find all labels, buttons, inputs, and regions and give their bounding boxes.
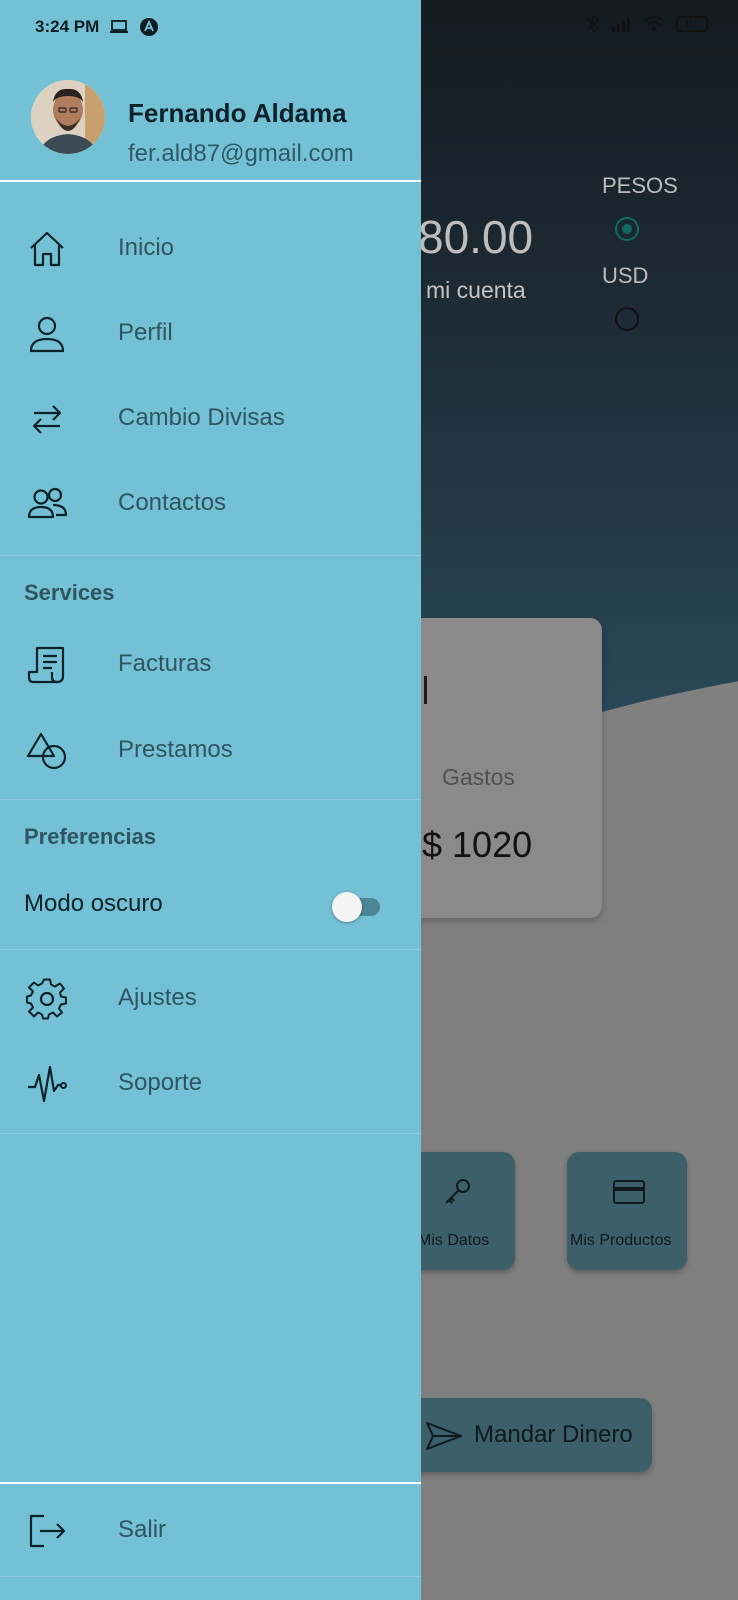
app-notification-icon (140, 18, 159, 36)
logout-icon (29, 1514, 66, 1548)
divider (0, 799, 421, 800)
menu-label-ajustes: Ajustes (118, 984, 197, 1011)
status-icons: 67 (586, 14, 708, 34)
user-icon (29, 316, 65, 353)
navigation-drawer: 3:24 PM Fernando Aldama fer.ald87@gmail.… (0, 0, 421, 1600)
dark-mode-label: Modo oscuro (24, 890, 163, 917)
dark-mode-toggle[interactable] (332, 892, 382, 922)
signal-icon (612, 17, 630, 32)
footer-divider (0, 1482, 421, 1484)
currency-label-pesos: PESOS (602, 173, 678, 198)
swap-arrows-icon (32, 405, 62, 434)
home-icon (30, 231, 64, 267)
laptop-icon (110, 20, 129, 33)
menu-item-ajustes[interactable]: Ajustes (0, 958, 421, 1038)
menu-item-soporte[interactable]: Soporte (0, 1043, 421, 1123)
toggle-thumb (332, 892, 362, 922)
balance-caption: mi cuenta (426, 277, 526, 303)
menu-item-perfil[interactable]: Perfil (0, 293, 421, 373)
bluetooth-icon (587, 14, 600, 34)
menu-item-prestamos[interactable]: Prestamos (0, 710, 421, 790)
my-products-label: Mis Productos (570, 1232, 672, 1249)
user-name: Fernando Aldama (128, 98, 347, 128)
avatar[interactable] (31, 80, 105, 154)
status-bar-left: 3:24 PM (35, 14, 159, 40)
balance-amount: 80.00 (418, 211, 534, 263)
avatar-photo (31, 80, 105, 154)
users-icon (27, 487, 68, 519)
menu-item-inicio[interactable]: Inicio (0, 208, 421, 288)
user-email: fer.ald87@gmail.com (128, 140, 354, 167)
menu-label-contactos: Contactos (118, 489, 227, 516)
activity-icon (28, 1065, 67, 1103)
menu-label-soporte: Soporte (118, 1069, 203, 1096)
menu-item-cambio-divisas[interactable]: Cambio Divisas (0, 378, 421, 458)
divider (0, 1133, 421, 1134)
divider (0, 555, 421, 556)
my-products-tile[interactable] (567, 1152, 687, 1270)
battery-level: 67 (685, 18, 699, 30)
currency-label-usd: USD (602, 263, 649, 288)
key-icon (445, 1179, 470, 1204)
divider (0, 949, 421, 950)
card-divider (424, 676, 427, 704)
my-data-label: Mis Datos (418, 1232, 490, 1249)
status-time: 3:24 PM (35, 17, 100, 36)
services-section-title: Services (24, 580, 115, 605)
send-money-label: Mandar Dinero (474, 1421, 633, 1448)
menu-label-inicio: Inicio (118, 234, 175, 261)
menu-item-contactos[interactable]: Contactos (0, 463, 421, 543)
menu-label-perfil: Perfil (118, 319, 173, 346)
logout-label: Salir (118, 1516, 167, 1543)
battery-icon: 67 (676, 16, 708, 32)
receipt-icon (27, 646, 65, 684)
currency-radio-usd[interactable] (615, 307, 639, 331)
menu-label-prestamos: Prestamos (118, 736, 233, 763)
shapes-icon (26, 732, 67, 770)
expenses-value: $ 1020 (422, 824, 533, 865)
send-icon (426, 1422, 462, 1450)
expenses-label: Gastos (442, 764, 515, 790)
drawer-header: Fernando Aldama fer.ald87@gmail.com (0, 60, 421, 182)
credit-card-icon (613, 1180, 645, 1204)
divider (0, 1576, 421, 1577)
wifi-icon (643, 16, 665, 32)
preferences-section-title: Preferencias (24, 824, 157, 849)
menu-label-cambio-divisas: Cambio Divisas (118, 404, 285, 431)
logout-button[interactable]: Salir (0, 1490, 421, 1570)
gear-icon (26, 978, 67, 1020)
currency-radio-pesos[interactable] (615, 217, 639, 241)
menu-item-facturas[interactable]: Facturas (0, 624, 421, 704)
menu-label-facturas: Facturas (118, 650, 212, 677)
